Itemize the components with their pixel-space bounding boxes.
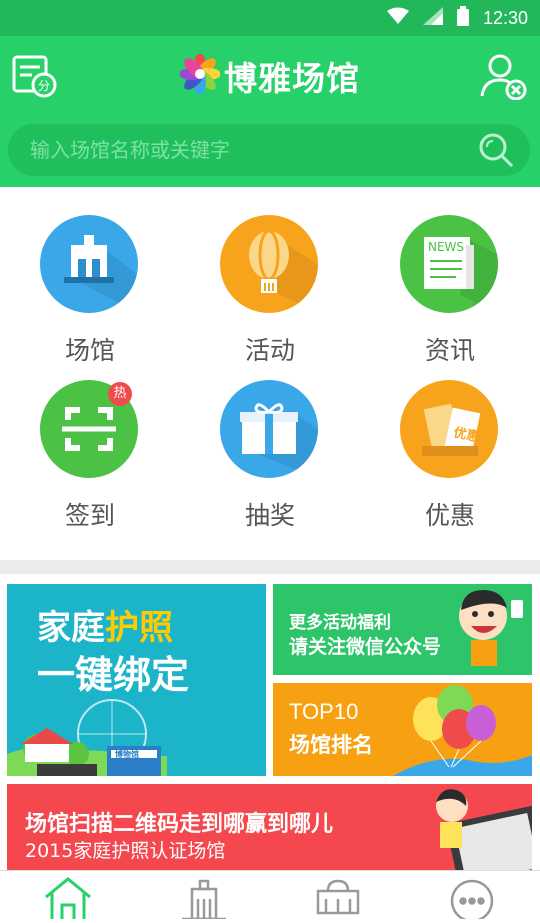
banner-follow-wechat[interactable]: 更多活动福利 请关注微信公众号	[273, 584, 532, 675]
cartoon-man-illustration	[459, 590, 523, 666]
bottom-nav	[0, 870, 540, 923]
venue-icon[interactable]	[174, 875, 234, 921]
park-illustration: 博物馆	[7, 699, 167, 776]
function-grid: 场馆 活动 NEWS 资讯 签到 抽奖 优惠 优惠 热	[0, 187, 540, 560]
page-title: 博雅场馆	[224, 59, 360, 98]
building-icon	[40, 215, 138, 313]
news-icon-text: NEWS	[428, 240, 464, 254]
search-bar	[8, 124, 530, 176]
banner-top10-ranking[interactable]: TOP10 场馆排名	[273, 683, 532, 776]
battery-icon	[456, 6, 469, 30]
coupon-icon: 优惠	[400, 380, 498, 478]
menu-item-news[interactable]: NEWS 资讯	[360, 187, 540, 365]
home-icon[interactable]	[38, 875, 98, 919]
status-time: 12:30	[482, 7, 528, 28]
menu-label: 优惠	[424, 501, 475, 530]
search-input[interactable]	[30, 138, 470, 162]
signal-icon	[422, 7, 443, 29]
user-settings-icon[interactable]	[480, 52, 528, 101]
balloons-illustration	[393, 685, 532, 776]
museum-sign: 博物馆	[115, 749, 139, 759]
banner-text: 更多活动福利	[289, 613, 391, 633]
activity-icon[interactable]	[308, 875, 368, 919]
banner-text: 请关注微信公众号	[289, 636, 442, 658]
app-header: 分 博雅场馆	[0, 36, 540, 187]
section-divider	[0, 560, 540, 574]
banner-text: TOP10	[289, 699, 359, 724]
banner-text: 场馆扫描二维码走到哪赢到哪儿	[25, 812, 334, 837]
hot-badge: 热	[108, 382, 132, 406]
news-icon: NEWS	[400, 215, 498, 313]
balloon-icon	[220, 215, 318, 313]
search-icon[interactable]	[478, 132, 514, 168]
menu-item-discount[interactable]: 优惠 优惠	[360, 352, 540, 530]
banner-text-highlight: 护照	[105, 608, 173, 648]
banner-text: 2015家庭护照认证场馆	[25, 840, 226, 862]
menu-item-checkin[interactable]: 签到	[0, 352, 180, 530]
menu-item-activity[interactable]: 活动	[180, 187, 360, 365]
menu-label: 签到	[64, 501, 115, 530]
banner-family-passport[interactable]: 家庭护照 一键绑定 博物馆	[7, 584, 266, 776]
tablet-kid-illustration	[436, 789, 532, 870]
banner-text: 家庭	[37, 608, 105, 648]
app-logo	[179, 53, 221, 98]
wifi-icon	[386, 7, 409, 29]
menu-item-lottery[interactable]: 抽奖	[180, 352, 360, 530]
status-bar: 12:30	[0, 0, 540, 36]
gift-icon	[220, 380, 318, 478]
banner-scan-qr[interactable]: 场馆扫描二维码走到哪赢到哪儿 2015家庭护照认证场馆	[7, 784, 532, 870]
more-icon[interactable]	[442, 875, 502, 923]
banner-text: 场馆排名	[289, 733, 373, 757]
menu-item-venue[interactable]: 场馆	[0, 187, 180, 365]
menu-label: 抽奖	[244, 501, 295, 530]
